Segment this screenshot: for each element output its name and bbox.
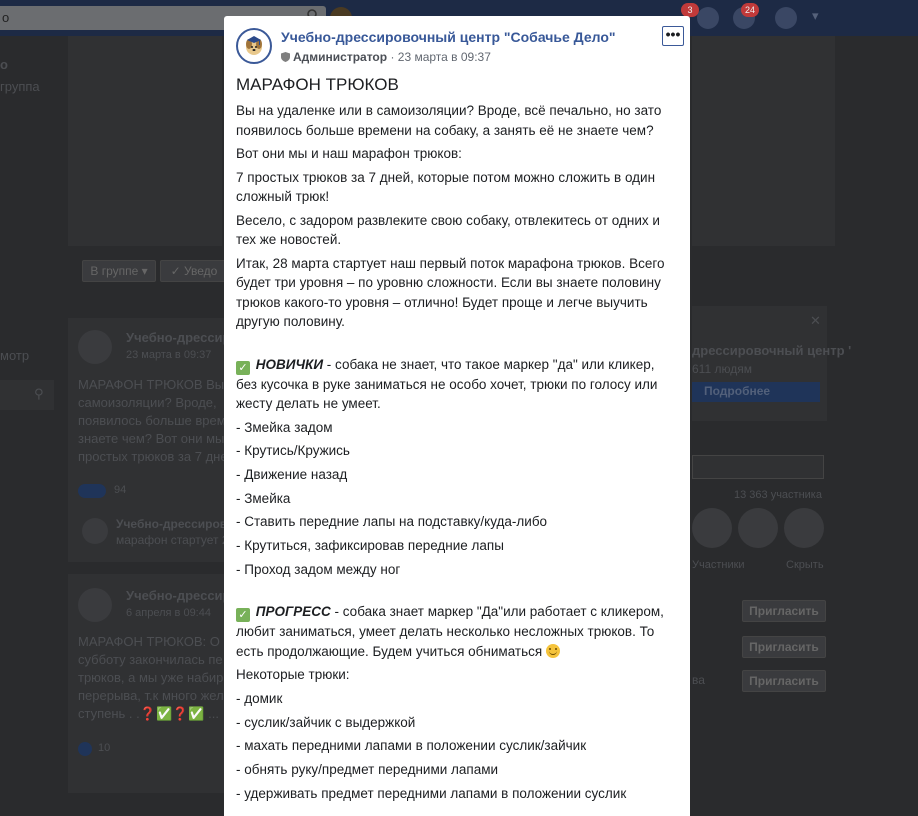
- comment-author[interactable]: Учебно-дрессиров: [116, 517, 227, 531]
- page-logo-icon: [246, 36, 262, 55]
- list-item: - обнять руку/предмет передними лапами: [236, 761, 499, 777]
- list-item: - удерживать предмет передними лапами в …: [236, 785, 627, 801]
- reactions-icon[interactable]: [78, 484, 106, 498]
- like-icon[interactable]: [78, 742, 92, 756]
- post-title: МАРАФОН ТРЮКОВ: [236, 75, 399, 94]
- reactions-count[interactable]: 10: [98, 742, 110, 754]
- list-item: - махать передними лапами в положении су…: [236, 738, 587, 754]
- feed-post-line: МАРАФОН ТРЮКОВ Вы: [78, 377, 225, 392]
- more-info-label: Подробнее: [704, 384, 771, 398]
- feed-post-line: ступень . .❓✅❓✅ ...: [78, 706, 219, 721]
- close-icon[interactable]: ✕: [810, 313, 821, 329]
- member-avatar[interactable]: [738, 508, 778, 548]
- left-search-icon[interactable]: ⚲: [34, 386, 44, 402]
- invite-search-input[interactable]: [692, 455, 824, 479]
- author-role: Администратор: [293, 50, 388, 64]
- tricks-heading: Некоторые трюки:: [236, 667, 350, 683]
- check-mark-icon: ✓: [236, 360, 250, 375]
- feed-post-line: простых трюков за 7 дне: [78, 449, 228, 464]
- feed-post-line: субботу закончилась пе: [78, 652, 223, 667]
- post-meta: Администратор · 23 марта в 09:37: [281, 50, 491, 64]
- smile-emoji-icon: [545, 643, 560, 658]
- feed-post-date[interactable]: 23 марта в 09:37: [126, 349, 211, 361]
- friend-requests-badge: 3: [681, 3, 699, 17]
- level-novice-name: НОВИЧКИ: [255, 356, 324, 372]
- list-item: - Ставить передние лапы на подставку/куд…: [236, 514, 548, 530]
- page-name-link[interactable]: Учебно-дрессировочный центр "Собачье Дел…: [281, 29, 616, 45]
- list-item: - домик: [236, 690, 283, 706]
- list-item: - Змейка: [236, 490, 291, 506]
- left-menu-fragment[interactable]: мотр: [0, 348, 29, 363]
- feed-post-line: самоизоляции? Вроде,: [78, 395, 217, 410]
- members-short: 611 людям: [692, 362, 752, 376]
- list-item: - суслик/зайчик с выдержкой: [236, 714, 416, 730]
- invite-button[interactable]: Пригласить: [742, 600, 826, 622]
- feed-post-line: перерыва, т.к много жел: [78, 688, 224, 703]
- level-novice-description: ✓ НОВИЧКИ - собака не знает, что такое м…: [236, 355, 666, 414]
- level-progress-description: ✓ ПРОГРЕСС - собака знает маркер "Да"или…: [236, 602, 666, 661]
- feed-post-line: появилось больше врем: [78, 413, 226, 428]
- hide-link[interactable]: Скрыть: [786, 559, 824, 571]
- avatar: [82, 518, 108, 544]
- list-item: - Проход задом между ног: [236, 561, 401, 577]
- post-paragraph: Вы на удаленке или в самоизоляции? Вроде…: [236, 103, 662, 138]
- help-icon[interactable]: [775, 7, 797, 29]
- group-name[interactable]: дрессировочный центр ': [692, 343, 851, 358]
- invite-button[interactable]: Пригласить: [742, 670, 826, 692]
- feed-post-line: знаете чем? Вот они мы: [78, 431, 225, 446]
- post-paragraph: 7 простых трюков за 7 дней, которые пото…: [236, 169, 656, 205]
- list-item: - Крутись/Кружись: [236, 443, 350, 459]
- notifications-button[interactable]: ✓ Уведо: [160, 260, 228, 282]
- member-avatar[interactable]: [784, 508, 824, 548]
- avatar: [78, 588, 112, 622]
- post-date-link[interactable]: · 23 марта в 09:37: [387, 50, 490, 64]
- post-paragraph: Весело, с задором развлеките свою собаку…: [236, 212, 660, 248]
- post-paragraph: Итак, 28 марта стартует наш первый поток…: [236, 255, 665, 330]
- page-avatar[interactable]: [236, 28, 272, 64]
- post-body: МАРАФОН ТРЮКОВ Вы на удаленке или в само…: [236, 74, 666, 807]
- account-menu-icon[interactable]: ▾: [812, 8, 819, 24]
- comment-text: марафон стартует 2: [116, 533, 229, 547]
- post-paragraph: Вот они мы и наш марафон трюков:: [236, 146, 462, 161]
- list-item: - Крутиться, зафиксировав передние лапы: [236, 537, 504, 553]
- side-word: ва: [692, 673, 705, 687]
- feed-post-line: МАРАФОН ТРЮКОВ: О: [78, 634, 220, 649]
- check-mark-icon: ✓: [236, 608, 250, 623]
- feed-post-date[interactable]: 6 апреля в 09:44: [126, 607, 211, 619]
- shield-icon: [281, 51, 290, 62]
- invite-button[interactable]: Пригласить: [742, 636, 826, 658]
- notifications-badge: 24: [741, 3, 759, 17]
- feed-post-line: трюков, а мы уже набир: [78, 670, 224, 685]
- messenger-icon[interactable]: [697, 7, 719, 29]
- post-modal: Учебно-дрессировочный центр "Собачье Дел…: [224, 16, 690, 816]
- left-title-fragment: о: [0, 57, 8, 72]
- members-count: 13 363 участника: [734, 489, 822, 501]
- left-search-field[interactable]: [0, 380, 54, 410]
- list-item: - Змейка задом: [236, 419, 333, 435]
- member-avatar[interactable]: [692, 508, 732, 548]
- left-subtitle-fragment: группа: [0, 79, 40, 94]
- in-group-button[interactable]: В группе ▾: [82, 260, 156, 282]
- members-link[interactable]: Участники: [692, 559, 745, 571]
- more-options-button[interactable]: •••: [662, 26, 684, 46]
- list-item: - Движение назад: [236, 466, 348, 482]
- cover-photo: [68, 36, 222, 246]
- avatar: [78, 330, 112, 364]
- cover-photo-right: [692, 36, 835, 246]
- level-progress-name: ПРОГРЕСС: [255, 604, 331, 620]
- reactions-count[interactable]: 94: [114, 484, 126, 496]
